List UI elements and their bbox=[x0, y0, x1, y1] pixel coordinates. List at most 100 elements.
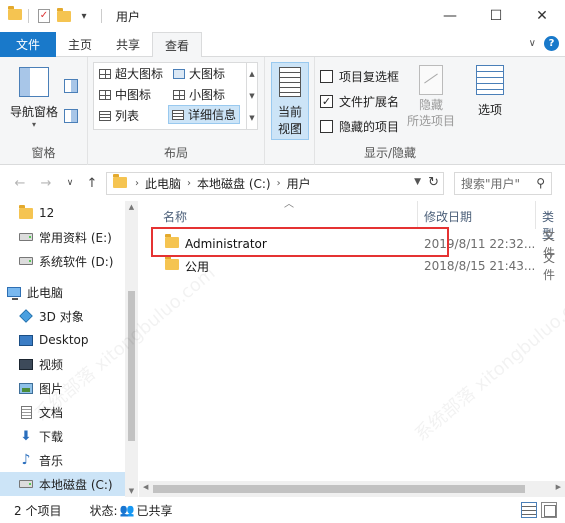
recent-locations-button[interactable]: ∨ bbox=[60, 173, 80, 193]
scrollbar-thumb[interactable] bbox=[128, 291, 135, 441]
navigation-pane-icon bbox=[19, 67, 49, 97]
scrollbar-thumb[interactable] bbox=[153, 485, 525, 493]
scroll-left-icon[interactable]: ◀ bbox=[143, 483, 148, 491]
refresh-icon[interactable]: ↻ bbox=[428, 175, 439, 190]
file-list: ︿ 名称 修改日期 类型 Administrator 2019/8/11 22:… bbox=[139, 201, 565, 497]
chevron-down-icon[interactable]: ▼ bbox=[249, 92, 254, 100]
item-checkboxes-toggle[interactable]: 项目复选框 bbox=[320, 68, 399, 85]
layout-large-icons[interactable]: 大图标 bbox=[170, 64, 228, 83]
chevron-down-icon: ▾ bbox=[296, 121, 301, 130]
chevron-down-icon[interactable]: ▼ bbox=[414, 177, 421, 187]
chevron-right-icon[interactable]: › bbox=[275, 178, 283, 189]
group-label-show-hide: 显示/隐藏 bbox=[363, 146, 417, 160]
item-checkboxes-label: 项目复选框 bbox=[339, 70, 400, 84]
more-icon[interactable]: ▼ bbox=[249, 114, 254, 122]
sort-by-button[interactable]: 当前 视图 bbox=[271, 62, 309, 140]
nav-item-drive-d[interactable]: 系统软件 (D:) bbox=[0, 249, 125, 273]
nav-item-label: 3D 对象 bbox=[39, 309, 84, 324]
nav-item-pictures[interactable]: 图片 bbox=[0, 376, 125, 400]
hidden-items-checkbox[interactable] bbox=[320, 120, 333, 133]
details-view-icon[interactable] bbox=[521, 502, 537, 518]
breadcrumb-local-disk[interactable]: 本地磁盘 (C:) bbox=[193, 175, 275, 192]
details-pane-icon[interactable] bbox=[64, 109, 78, 123]
nav-item-drive-e[interactable]: 常用资料 (E:) bbox=[0, 225, 125, 249]
hidden-items-toggle[interactable]: 隐藏的项目 bbox=[320, 118, 399, 135]
nav-item-local-disk-c[interactable]: 本地磁盘 (C:) bbox=[0, 472, 125, 496]
file-extensions-toggle[interactable]: ✓ 文件扩展名 bbox=[320, 93, 399, 110]
navigation-pane-scrollbar[interactable]: ▲ ▼ bbox=[125, 201, 138, 497]
tab-home[interactable]: 主页 bbox=[56, 32, 104, 57]
download-icon: ⬇ bbox=[20, 428, 32, 444]
nav-item-desktop[interactable]: Desktop bbox=[0, 328, 125, 352]
documents-icon bbox=[18, 405, 34, 419]
item-checkboxes-checkbox[interactable] bbox=[320, 70, 333, 83]
nav-item-label: Desktop bbox=[39, 333, 89, 347]
preview-pane-icon[interactable] bbox=[64, 79, 78, 93]
navigation-pane-button[interactable]: 导航窗格 ▾ bbox=[8, 67, 60, 129]
layout-small-icons[interactable]: 小图标 bbox=[170, 85, 228, 104]
quick-access-dropdown[interactable]: ▾ bbox=[75, 7, 93, 25]
chevron-up-icon[interactable]: ▲ bbox=[249, 70, 254, 78]
layout-item-label: 列表 bbox=[115, 109, 140, 123]
layout-item-label: 大图标 bbox=[189, 67, 226, 81]
up-button[interactable]: ↑ bbox=[82, 173, 102, 193]
breadcrumb-this-pc[interactable]: 此电脑 bbox=[141, 175, 185, 192]
layout-extra-large-icons[interactable]: 超大图标 bbox=[96, 64, 166, 83]
tab-view[interactable]: 查看 bbox=[152, 32, 203, 58]
breadcrumb-users[interactable]: 用户 bbox=[283, 175, 315, 192]
details-icon bbox=[172, 109, 184, 120]
horizontal-scrollbar[interactable]: ◀ ▶ bbox=[139, 481, 565, 497]
back-button[interactable]: ← bbox=[10, 173, 30, 193]
nav-item-12[interactable]: 12 bbox=[0, 201, 125, 225]
maximize-button[interactable]: ☐ bbox=[473, 0, 519, 32]
options-button[interactable]: 选项 bbox=[472, 65, 508, 118]
tab-file[interactable]: 文件 bbox=[0, 32, 56, 57]
file-extensions-checkbox[interactable]: ✓ bbox=[320, 95, 333, 108]
nav-item-downloads[interactable]: ⬇ 下载 bbox=[0, 424, 125, 448]
share-state: 状态: 👥 已共享 bbox=[89, 502, 172, 519]
nav-item-this-pc[interactable]: 此电脑 bbox=[0, 280, 125, 304]
file-extensions-label: 文件扩展名 bbox=[339, 95, 400, 109]
layout-medium-icons[interactable]: 中图标 bbox=[96, 85, 154, 104]
minimize-button[interactable]: — bbox=[427, 0, 473, 32]
scroll-down-icon[interactable]: ▼ bbox=[125, 487, 138, 495]
layout-list[interactable]: 列表 bbox=[96, 106, 142, 125]
column-divider[interactable] bbox=[535, 201, 536, 229]
column-divider[interactable] bbox=[417, 201, 418, 229]
nav-item-label: 系统软件 (D:) bbox=[39, 254, 114, 269]
column-header-modified[interactable]: 修改日期 bbox=[424, 208, 472, 225]
large-icons-view-icon[interactable] bbox=[541, 502, 557, 518]
chevron-right-icon[interactable]: › bbox=[185, 178, 193, 189]
group-label-panes: 窗格 bbox=[31, 146, 56, 160]
new-folder-icon[interactable] bbox=[55, 7, 73, 25]
nav-item-label: 音乐 bbox=[39, 453, 64, 468]
help-icon[interactable]: ? bbox=[544, 36, 559, 51]
address-bar[interactable]: › 此电脑 › 本地磁盘 (C:) › 用户 ▼ ↻ bbox=[106, 172, 444, 195]
properties-icon[interactable]: ✓ bbox=[35, 7, 53, 25]
layout-details[interactable]: 详细信息 bbox=[168, 105, 241, 124]
window-title: 用户 bbox=[116, 9, 141, 24]
table-row[interactable]: 公用 2018/8/15 21:43... 文件 bbox=[157, 251, 565, 282]
nav-item-documents[interactable]: 文档 bbox=[0, 400, 125, 424]
column-header-name[interactable]: 名称 bbox=[163, 208, 187, 225]
collapse-ribbon-icon[interactable]: ∨ bbox=[529, 38, 536, 49]
tab-share[interactable]: 共享 bbox=[104, 32, 152, 57]
nav-item-videos[interactable]: 视频 bbox=[0, 352, 125, 376]
chevron-right-icon[interactable]: › bbox=[133, 178, 141, 189]
search-icon: ⚲ bbox=[536, 176, 545, 190]
forward-button[interactable]: → bbox=[36, 173, 56, 193]
small-icons-icon bbox=[173, 89, 185, 100]
sort-ascending-icon: ︿ bbox=[284, 201, 294, 210]
hide-selected-items-button[interactable]: 隐藏 所选项目 bbox=[405, 65, 457, 129]
highlight-box bbox=[151, 227, 449, 257]
file-type: 文件 bbox=[543, 251, 556, 282]
drive-icon bbox=[18, 230, 34, 244]
search-input[interactable]: 搜索"用户" ⚲ bbox=[454, 172, 552, 195]
nav-item-3d-objects[interactable]: 3D 对象 bbox=[0, 304, 125, 328]
scroll-right-icon[interactable]: ▶ bbox=[556, 483, 561, 491]
layout-item-label: 中图标 bbox=[115, 88, 152, 102]
layout-gallery-scroll[interactable]: ▲ ▼ ▼ bbox=[246, 63, 257, 129]
close-button[interactable]: ✕ bbox=[519, 0, 565, 32]
nav-item-music[interactable]: ♪ 音乐 bbox=[0, 448, 125, 472]
scroll-up-icon[interactable]: ▲ bbox=[125, 203, 138, 211]
